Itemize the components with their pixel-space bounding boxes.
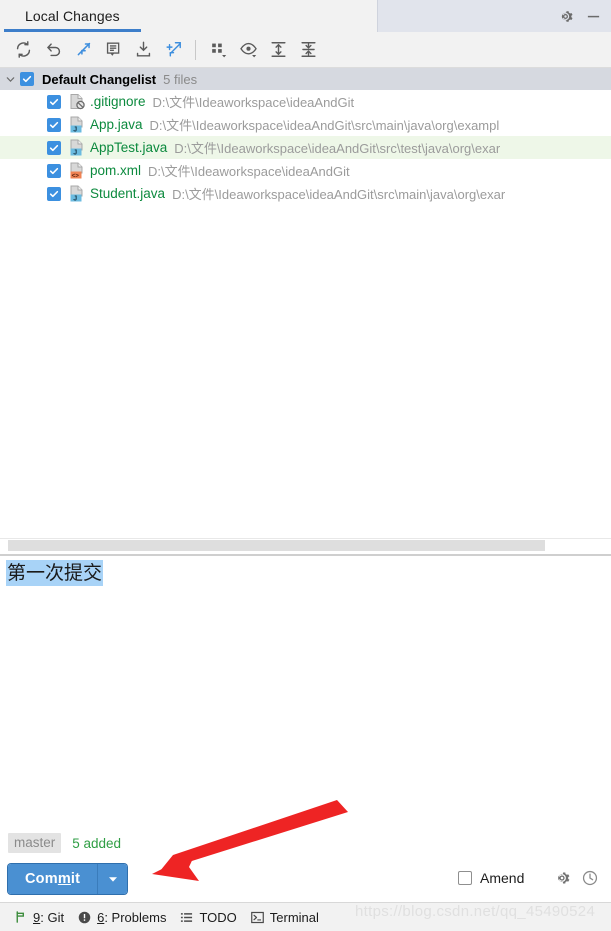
diff-arrow-icon[interactable]: [68, 35, 98, 65]
changelist-name: Default Changelist: [42, 71, 157, 87]
file-checkbox[interactable]: [47, 140, 61, 155]
refresh-icon[interactable]: [8, 35, 38, 65]
table-row[interactable]: <> pom.xml D:\文件\Ideaworkspace\ideaAndGi…: [0, 159, 611, 182]
commit-button-group[interactable]: Com m it: [8, 864, 128, 894]
table-row[interactable]: J AppTest.java D:\文件\Ideaworkspace\ideaA…: [0, 136, 611, 159]
toolbar-separator: [195, 39, 196, 60]
tab-local-changes[interactable]: Local Changes: [0, 0, 377, 32]
added-count-label: 5 added: [72, 835, 122, 851]
commit-message-text: 第一次提交: [6, 560, 104, 586]
table-row[interactable]: J App.java D:\文件\Ideaworkspace\ideaAndGi…: [0, 113, 611, 136]
amend-label: Amend: [480, 870, 525, 886]
table-row[interactable]: .gitignore D:\文件\Ideaworkspace\ideaAndGi…: [0, 90, 611, 113]
status-bar: 9: Git 6: Problems TODO Terminal: [0, 902, 611, 931]
status-item-terminal-label: Terminal: [269, 909, 319, 925]
java-file-icon: J: [68, 139, 86, 156]
ignored-file-icon: [68, 93, 86, 110]
minimize-icon[interactable]: [580, 0, 606, 32]
file-path: D:\文件\Ideaworkspace\ideaAndGit\src\test\…: [174, 141, 501, 156]
file-path: D:\文件\Ideaworkspace\ideaAndGit\src\main\…: [172, 187, 506, 202]
java-file-icon: J: [68, 185, 86, 202]
changelist-row-default[interactable]: Default Changelist 5 files: [0, 68, 611, 90]
status-item-git-label: : Git: [40, 909, 65, 925]
file-path: D:\文件\Ideaworkspace\ideaAndGit: [152, 95, 355, 110]
error-circle-icon: [78, 911, 91, 924]
file-path: D:\文件\Ideaworkspace\ideaAndGit\src\main\…: [149, 118, 500, 133]
tab-local-changes-label: Local Changes: [25, 8, 120, 24]
changelist-checkbox[interactable]: [20, 72, 34, 86]
svg-text:J: J: [73, 149, 77, 156]
file-name: AppTest.java: [90, 140, 168, 155]
table-row[interactable]: J Student.java D:\文件\Ideaworkspace\ideaA…: [0, 182, 611, 205]
chevron-down-icon[interactable]: [97, 864, 128, 894]
commit-button-label-prefix: Com: [25, 871, 58, 887]
changes-tree: Default Changelist 5 files .gitignore D:…: [0, 68, 611, 538]
file-checkbox[interactable]: [47, 163, 61, 178]
tool-window-header: Local Changes: [0, 0, 611, 32]
commit-button[interactable]: Com m it: [8, 864, 98, 894]
gear-icon[interactable]: [553, 869, 571, 887]
download-tray-icon[interactable]: [128, 35, 158, 65]
expand-all-icon[interactable]: [263, 35, 293, 65]
shelve-arrow-icon[interactable]: [158, 35, 188, 65]
file-name: App.java: [90, 117, 143, 132]
commit-button-label-mnemonic: m: [57, 871, 71, 887]
svg-text:J: J: [73, 195, 77, 202]
tab-divider: [377, 0, 378, 32]
status-item-problems[interactable]: 6: Problems: [78, 910, 166, 925]
branch-info: master 5 added: [8, 833, 121, 853]
status-item-problems-label: : Problems: [104, 909, 167, 925]
xml-file-icon: <>: [68, 162, 86, 179]
svg-text:<>: <>: [72, 172, 80, 179]
file-checkbox[interactable]: [47, 186, 61, 201]
commit-message-input[interactable]: 第一次提交: [0, 556, 611, 824]
undo-arrow-icon[interactable]: [38, 35, 68, 65]
gear-icon[interactable]: [552, 0, 578, 32]
status-item-problems-number: 6: [97, 909, 105, 925]
git-branch-icon: [14, 910, 27, 924]
status-item-terminal[interactable]: Terminal: [250, 909, 319, 925]
java-file-icon: J: [68, 116, 86, 133]
group-by-icon[interactable]: [203, 35, 233, 65]
horizontal-scrollbar-thumb[interactable]: [8, 540, 545, 551]
file-checkbox[interactable]: [47, 117, 61, 132]
list-icon: [180, 911, 193, 924]
file-name: pom.xml: [90, 163, 142, 178]
svg-text:J: J: [73, 126, 77, 133]
clock-icon[interactable]: [581, 869, 599, 887]
changes-toolbar: [0, 32, 611, 68]
chevron-down-icon[interactable]: [0, 68, 20, 90]
branch-name-chip: master: [8, 833, 62, 853]
commit-button-label-suffix: it: [70, 871, 81, 887]
file-name: Student.java: [90, 186, 166, 201]
changelist-file-count: 5 files: [163, 71, 198, 87]
status-item-todo-label: TODO: [199, 909, 237, 925]
amend-checkbox[interactable]: [458, 871, 472, 885]
file-checkbox[interactable]: [47, 94, 61, 109]
file-path: D:\文件\Ideaworkspace\ideaAndGit: [148, 164, 350, 179]
terminal-icon: [250, 911, 264, 924]
status-item-git-number: 9: [33, 909, 41, 925]
status-item-git[interactable]: 9: Git: [14, 910, 64, 925]
amend-checkbox-row[interactable]: Amend: [458, 870, 524, 886]
file-name: .gitignore: [90, 94, 146, 109]
collapse-all-icon[interactable]: [293, 35, 323, 65]
status-item-todo[interactable]: TODO: [180, 909, 237, 925]
comment-icon[interactable]: [98, 35, 128, 65]
eye-icon[interactable]: [233, 35, 263, 65]
